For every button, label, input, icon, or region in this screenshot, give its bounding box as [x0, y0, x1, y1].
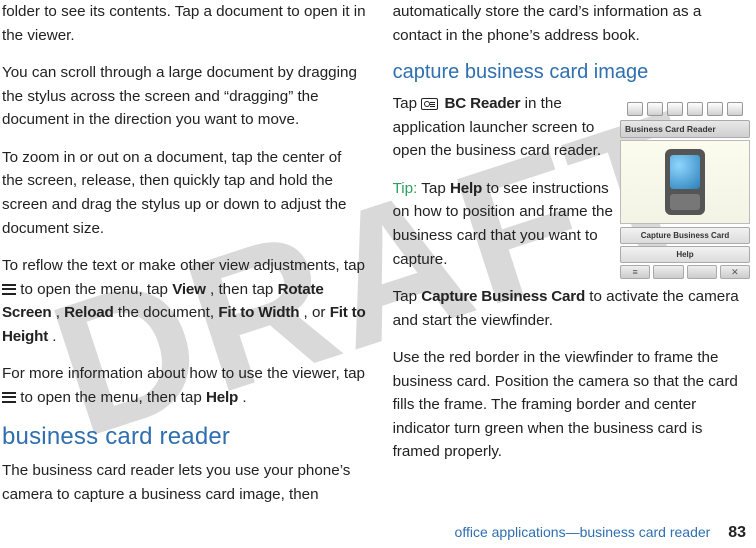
phone-device-keypad	[670, 194, 700, 210]
text: .	[52, 328, 56, 345]
para: Tap BC Reader in the application launche…	[393, 92, 623, 163]
phone-viewport	[620, 140, 750, 224]
label-bc-reader: BC Reader	[445, 95, 521, 112]
label-help: Help	[206, 389, 238, 406]
heading-business-card-reader: business card reader	[2, 423, 367, 451]
phone-bottom-slot	[653, 265, 683, 279]
para: folder to see its contents. Tap a docume…	[2, 0, 367, 47]
label-fit-width: Fit to Width	[218, 304, 299, 321]
toolbar-icon	[727, 102, 743, 116]
para: automatically store the card’s informati…	[393, 0, 750, 47]
wrapped-text-block: Tap BC Reader in the application launche…	[393, 92, 623, 271]
text: .	[242, 389, 246, 406]
para: For more information about how to use th…	[2, 362, 367, 409]
page-columns: folder to see its contents. Tap a docume…	[0, 0, 756, 507]
text: to open the menu, then tap	[20, 389, 206, 406]
right-column: automatically store the card’s informati…	[393, 0, 750, 507]
text: the document,	[118, 304, 218, 321]
phone-title-bar: Business Card Reader	[620, 120, 750, 138]
phone-bottom-bar: ≡ ✕	[620, 265, 750, 279]
toolbar-icon	[687, 102, 703, 116]
left-column: folder to see its contents. Tap a docume…	[2, 0, 367, 507]
toolbar-icon	[707, 102, 723, 116]
para: Use the red border in the viewfinder to …	[393, 346, 750, 464]
page-footer: office applications—business card reader…	[455, 524, 746, 542]
heading-capture-image: capture business card image	[393, 61, 750, 84]
phone-capture-button[interactable]: Capture Business Card	[620, 227, 750, 244]
para: You can scroll through a large document …	[2, 61, 367, 132]
phone-device-graphic	[665, 149, 705, 215]
para: The business card reader lets you use yo…	[2, 459, 367, 506]
text: For more information about how to use th…	[2, 365, 365, 382]
toolbar-icon	[667, 102, 683, 116]
text: To reflow the text or make other view ad…	[2, 257, 365, 274]
phone-bottom-slot	[687, 265, 717, 279]
text: Tap	[421, 180, 450, 197]
text: , or	[304, 304, 330, 321]
label-reload: Reload	[64, 304, 113, 321]
footer-section-title: office applications—business card reader	[455, 524, 711, 540]
tip-label: Tip:	[393, 180, 418, 197]
toolbar-icon	[647, 102, 663, 116]
text: Tap	[393, 288, 422, 305]
label-help: Help	[450, 180, 482, 197]
phone-help-button[interactable]: Help	[620, 246, 750, 263]
page-number: 83	[728, 524, 746, 541]
label-view: View	[172, 281, 206, 298]
phone-top-toolbar	[620, 102, 750, 116]
text: ,	[56, 304, 64, 321]
para: To reflow the text or make other view ad…	[2, 254, 367, 348]
menu-icon	[2, 392, 16, 403]
phone-close-icon[interactable]: ✕	[720, 265, 750, 279]
text: Tap	[393, 95, 422, 112]
para-tip: Tip: Tap Help to see instructions on how…	[393, 177, 623, 271]
toolbar-icon	[627, 102, 643, 116]
menu-icon	[2, 284, 16, 295]
label-capture-business-card: Capture Business Card	[421, 288, 585, 305]
phone-device-screen	[670, 155, 700, 189]
phone-screenshot: Business Card Reader Capture Business Ca…	[620, 102, 750, 302]
bc-reader-icon	[421, 98, 438, 110]
text: to open the menu, tap	[20, 281, 172, 298]
para: To zoom in or out on a document, tap the…	[2, 146, 367, 240]
phone-menu-icon[interactable]: ≡	[620, 265, 650, 279]
text: , then tap	[210, 281, 278, 298]
